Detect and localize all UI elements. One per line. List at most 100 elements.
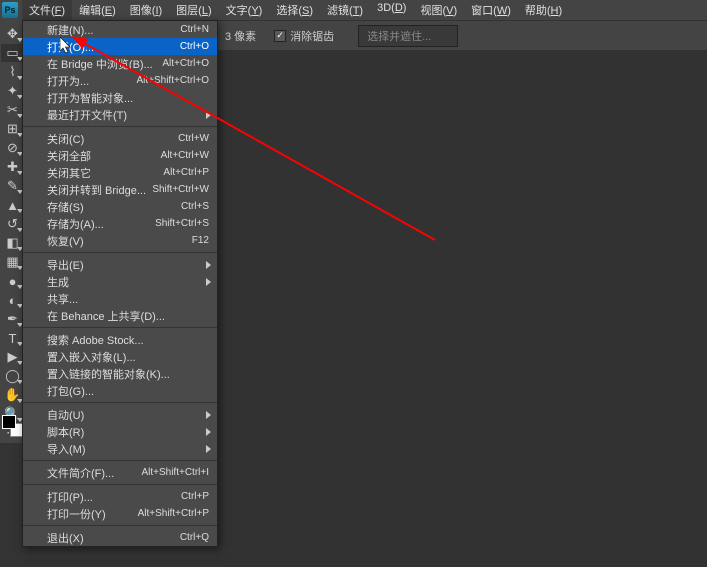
menu-item[interactable]: 关闭其它Alt+Ctrl+P [23,164,217,181]
menu-item[interactable]: 打开(O)...Ctrl+O [23,38,217,55]
menu-item[interactable]: 存储(S)Ctrl+S [23,198,217,215]
lasso-tool[interactable]: ⌇ [1,63,24,81]
menu-item-l[interactable]: 图层(L) [169,0,218,20]
menu-item[interactable]: 退出(X)Ctrl+Q [23,529,217,546]
menu-item-label: 生成 [47,274,209,290]
menu-item-label: 打印(P)... [47,489,181,505]
menu-item-label: 自动(U) [47,407,209,423]
menu-item[interactable]: 在 Behance 上共享(D)... [23,307,217,324]
submenu-arrow-icon [206,278,211,286]
menu-item[interactable]: 恢复(V)F12 [23,232,217,249]
submenu-arrow-icon [206,428,211,436]
menu-item-label: 置入链接的智能对象(K)... [47,366,209,382]
menu-item[interactable]: 打印(P)...Ctrl+P [23,488,217,505]
menu-separator [23,252,217,253]
submenu-arrow-icon [206,445,211,453]
menu-item[interactable]: 脚本(R) [23,423,217,440]
menu-item[interactable]: 搜索 Adobe Stock... [23,331,217,348]
frame-tool[interactable]: ⊞ [1,120,24,138]
submenu-arrow-icon [206,411,211,419]
shape-tool[interactable]: ◯ [1,367,24,385]
menu-item[interactable]: 打开为智能对象... [23,89,217,106]
mouse-cursor-icon [60,37,72,55]
menu-item-label: 打包(G)... [47,383,209,399]
file-menu-dropdown[interactable]: 新建(N)...Ctrl+N打开(O)...Ctrl+O在 Bridge 中浏览… [22,20,218,547]
menu-item-label: 打印一份(Y) [47,506,138,522]
menu-item[interactable]: 最近打开文件(T) [23,106,217,123]
menu-item-shortcut: Alt+Shift+Ctrl+I [141,467,209,478]
submenu-arrow-icon [206,111,211,119]
menu-item[interactable]: 打包(G)... [23,382,217,399]
menu-item-label: 退出(X) [47,530,180,546]
eraser-tool[interactable]: ◧ [1,234,24,252]
menu-item-h[interactable]: 帮助(H) [518,0,569,20]
brush-tool[interactable]: ✎ [1,177,24,195]
menu-separator [23,484,217,485]
menu-item[interactable]: 关闭并转到 Bridge...Shift+Ctrl+W [23,181,217,198]
menu-item-i[interactable]: 图像(I) [123,0,169,20]
marquee-tool[interactable]: ▭ [1,44,24,62]
menu-item[interactable]: 置入链接的智能对象(K)... [23,365,217,382]
menu-item-shortcut: Ctrl+S [181,201,209,212]
menu-item[interactable]: 关闭(C)Ctrl+W [23,130,217,147]
menu-item[interactable]: 打开为...Alt+Shift+Ctrl+O [23,72,217,89]
menu-item-label: 恢复(V) [47,233,192,249]
pen-tool[interactable]: ✒ [1,310,24,328]
menu-item-v[interactable]: 视图(V) [413,0,464,20]
menu-item-label: 存储为(A)... [47,216,155,232]
path-select-tool[interactable]: ▶ [1,348,24,366]
gradient-tool[interactable]: ▦ [1,253,24,271]
menu-item-label: 在 Behance 上共享(D)... [47,308,209,324]
menu-item-d[interactable]: 3D(D) [370,0,413,20]
type-tool[interactable]: T [1,329,24,347]
pixels-value: 3 像素 [225,28,256,44]
menu-item-label: 文件简介(F)... [47,465,141,481]
menu-item-shortcut: Ctrl+W [178,133,209,144]
hand-tool[interactable]: ✋ [1,386,24,404]
menu-separator [23,402,217,403]
menu-item[interactable]: 关闭全部Alt+Ctrl+W [23,147,217,164]
antialias-checkbox[interactable]: ✓ [274,30,286,42]
menu-item-s[interactable]: 选择(S) [269,0,320,20]
menu-item-y[interactable]: 文字(Y) [219,0,270,20]
menu-item-label: 共享... [47,291,209,307]
menu-item-w[interactable]: 窗口(W) [464,0,518,20]
menu-item[interactable]: 置入嵌入对象(L)... [23,348,217,365]
menu-item-t[interactable]: 滤镜(T) [320,0,370,20]
select-and-mask-button[interactable]: 选择并遮住... [358,25,458,47]
menu-item[interactable]: 导入(M) [23,440,217,457]
blur-tool[interactable]: ● [1,272,24,290]
menu-item-label: 存储(S) [47,199,181,215]
menu-item[interactable]: 共享... [23,290,217,307]
crop-tool[interactable]: ✂ [1,101,24,119]
menu-item[interactable]: 打印一份(Y)Alt+Shift+Ctrl+P [23,505,217,522]
menu-item-shortcut: F12 [192,235,209,246]
menu-item-shortcut: Alt+Shift+Ctrl+P [138,508,209,519]
quick-select-tool[interactable]: ✦ [1,82,24,100]
color-swatches[interactable] [2,415,24,437]
move-tool[interactable]: ✥ [1,25,24,43]
menu-item-f[interactable]: 文件(F) [22,0,72,20]
menu-item-shortcut: Ctrl+N [180,24,209,35]
menu-item[interactable]: 生成 [23,273,217,290]
menu-item-label: 导出(E) [47,257,209,273]
menu-item[interactable]: 存储为(A)...Shift+Ctrl+S [23,215,217,232]
menu-item-e[interactable]: 编辑(E) [72,0,123,20]
menu-item[interactable]: 在 Bridge 中浏览(B)...Alt+Ctrl+O [23,55,217,72]
menu-item[interactable]: 自动(U) [23,406,217,423]
menu-item[interactable]: 新建(N)...Ctrl+N [23,21,217,38]
foreground-color-swatch[interactable] [2,415,16,429]
menu-item[interactable]: 导出(E) [23,256,217,273]
eyedropper-tool[interactable]: ⊘ [1,139,24,157]
dodge-tool[interactable]: ◐ [1,291,24,309]
menu-item-shortcut: Alt+Shift+Ctrl+O [136,75,209,86]
menu-item-shortcut: Ctrl+P [181,491,209,502]
stamp-tool[interactable]: ▲ [1,196,24,214]
menu-item[interactable]: 文件简介(F)...Alt+Shift+Ctrl+I [23,464,217,481]
menu-item-shortcut: Shift+Ctrl+S [155,218,209,229]
antialias-label: 消除锯齿 [290,28,334,44]
history-brush-tool[interactable]: ↺ [1,215,24,233]
healing-tool[interactable]: ✚ [1,158,24,176]
menu-item-label: 打开为智能对象... [47,90,209,106]
menu-item-shortcut: Alt+Ctrl+P [163,167,209,178]
